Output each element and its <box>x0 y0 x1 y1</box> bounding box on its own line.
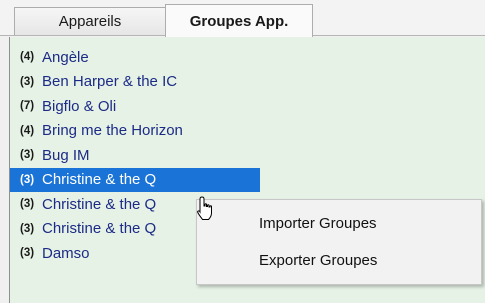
tab-groupes-app[interactable]: Groupes App. <box>165 4 313 37</box>
list-item[interactable]: (3) Bug IM <box>10 143 485 168</box>
group-count: (3) <box>20 173 35 186</box>
group-name: Christine & the Q <box>42 220 157 238</box>
group-count: (4) <box>20 124 35 137</box>
group-count: (7) <box>20 100 35 113</box>
group-name: Angèle <box>42 48 89 66</box>
group-name: Bigflo & Oli <box>42 97 117 115</box>
group-name: Ben Harper & the IC <box>42 73 178 91</box>
hand-pointer-icon <box>197 196 212 220</box>
menu-item-exporter-groupes[interactable]: Exporter Groupes <box>197 241 481 279</box>
context-menu: Importer Groupes Exporter Groupes <box>196 199 482 285</box>
group-name: Bug IM <box>42 146 90 164</box>
menu-item-importer-groupes[interactable]: Importer Groupes <box>197 204 481 242</box>
group-count: (3) <box>20 149 35 162</box>
tab-bar: Appareils Groupes App. <box>0 0 485 37</box>
list-item[interactable]: (3) Ben Harper & the IC <box>10 70 485 95</box>
list-item-selected[interactable]: (3) Christine & the Q <box>10 167 260 192</box>
group-count: (3) <box>20 222 35 235</box>
list-item[interactable]: (7) Bigflo & Oli <box>10 94 485 119</box>
group-count: (3) <box>20 75 35 88</box>
group-count: (3) <box>20 198 35 211</box>
tab-appareils[interactable]: Appareils <box>14 7 166 35</box>
group-name: Bring me the Horizon <box>42 122 183 140</box>
group-name: Christine & the Q <box>42 171 157 189</box>
group-count: (3) <box>20 247 35 260</box>
group-name: Damso <box>42 244 90 262</box>
group-count: (4) <box>20 51 35 64</box>
list-item[interactable]: (4) Angèle <box>10 45 485 70</box>
list-item[interactable]: (4) Bring me the Horizon <box>10 119 485 144</box>
group-name: Christine & the Q <box>42 195 157 213</box>
